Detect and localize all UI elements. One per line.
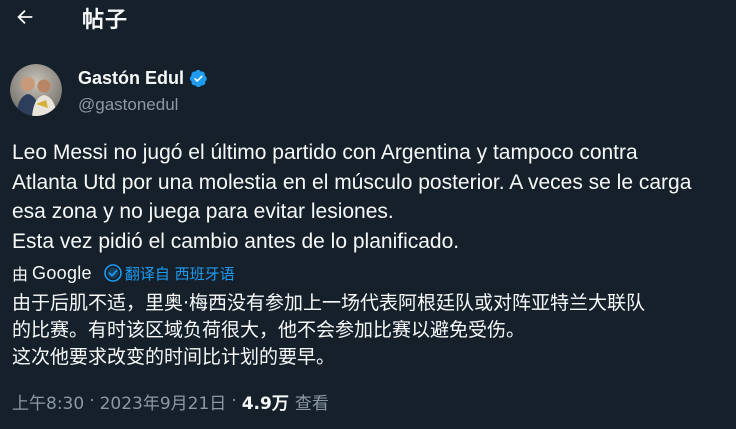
tweet-metadata: 上午8:30 · 2023年9月21日 · 4.9万 查看: [12, 387, 329, 415]
tweet-text: Leo Messi no jugó el último partido con …: [12, 141, 692, 253]
tweet-date[interactable]: 2023年9月21日: [100, 389, 227, 414]
views-label: 查看: [294, 393, 329, 414]
translated-by-label: 由: [12, 265, 29, 284]
translation-attribution: 由 Google 翻译自 西班牙语: [12, 262, 235, 285]
translated-from-link[interactable]: 翻译自 西班牙语: [104, 263, 235, 284]
back-button[interactable]: [10, 4, 40, 34]
meta-separator: ·: [231, 391, 237, 411]
views-count[interactable]: 4.9万: [242, 389, 289, 414]
meta-separator: ·: [89, 391, 95, 411]
arrow-left-icon: [14, 6, 36, 32]
verified-badge-icon[interactable]: [189, 69, 208, 88]
google-logo: Google: [32, 262, 92, 283]
author-handle[interactable]: @gastonedul: [78, 95, 208, 115]
translated-from-label: 翻译自 西班牙语: [124, 264, 235, 283]
page-title: 帖子: [82, 8, 129, 33]
top-bar: 帖子: [0, 0, 736, 44]
tweet-time[interactable]: 上午8:30: [12, 389, 84, 414]
author-display-name[interactable]: Gastón Edul: [78, 68, 184, 89]
check-circle-icon: [104, 264, 122, 282]
translated-tweet-text: 由于后肌不适，里奥·梅西没有参加上一场代表阿根廷队或对阵亚特兰大联队 的比赛。有…: [12, 292, 646, 368]
avatar[interactable]: [10, 64, 62, 116]
tweet-author: Gastón Edul @gastonedul: [10, 62, 208, 118]
